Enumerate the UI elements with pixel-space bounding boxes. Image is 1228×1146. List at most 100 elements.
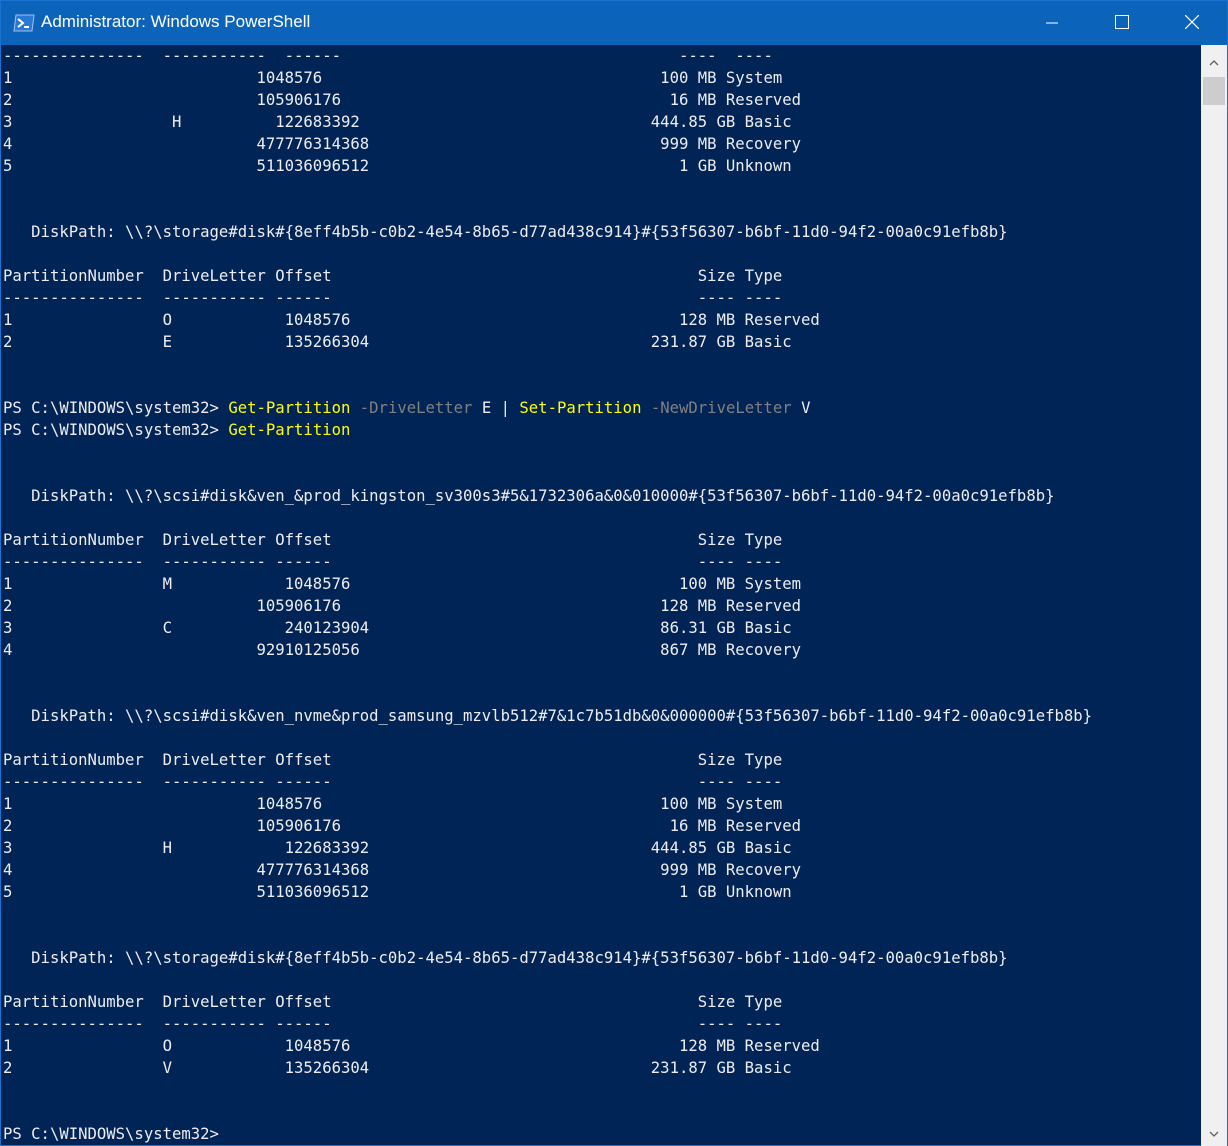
console-line: --------------- ----------- ------ ---- … bbox=[3, 551, 1092, 573]
console-line: 5 511036096512 1 GB Unknown bbox=[3, 155, 1092, 177]
console-line: 4 92910125056 867 MB Recovery bbox=[3, 639, 1092, 661]
console-text: 1 O 1048576 128 MB Reserved bbox=[3, 1037, 820, 1055]
cmdlet-token: Set-Partition bbox=[519, 399, 642, 417]
console-line: 2 E 135266304 231.87 GB Basic bbox=[3, 331, 1092, 353]
console-line: 4 477776314368 999 MB Recovery bbox=[3, 133, 1092, 155]
console-line: 2 V 135266304 231.87 GB Basic bbox=[3, 1057, 1092, 1079]
title-bar[interactable]: Administrator: Windows PowerShell bbox=[1, 1, 1227, 45]
console-text: 2 105906176 128 MB Reserved bbox=[3, 597, 801, 615]
scroll-down-arrow-icon bbox=[1209, 1122, 1219, 1141]
console-text: 2 105906176 16 MB Reserved bbox=[3, 91, 801, 109]
cmdlet-token: Get-Partition bbox=[228, 399, 351, 417]
console-line: PartitionNumber DriveLetter Offset Size … bbox=[3, 749, 1092, 771]
console-text: --------------- ----------- ------ ---- … bbox=[3, 553, 783, 571]
scroll-up-button[interactable] bbox=[1201, 45, 1227, 75]
maximize-icon bbox=[1115, 14, 1129, 33]
console-text: PartitionNumber DriveLetter Offset Size … bbox=[3, 751, 783, 769]
console-line: 1 1048576 100 MB System bbox=[3, 67, 1092, 89]
console-line: DiskPath: \\?\storage#disk#{8eff4b5b-c0b… bbox=[3, 947, 1092, 969]
console-text: PS C:\WINDOWS\system32> bbox=[3, 1125, 229, 1143]
console-text: 3 H 122683392 444.85 GB Basic bbox=[3, 839, 792, 857]
scroll-up-arrow-icon bbox=[1209, 51, 1219, 70]
console-line: DiskPath: \\?\storage#disk#{8eff4b5b-c0b… bbox=[3, 221, 1092, 243]
console-output[interactable]: --------------- ----------- ------ ---- … bbox=[1, 45, 1201, 1146]
console-text: 2 E 135266304 231.87 GB Basic bbox=[3, 333, 792, 351]
console-text: DiskPath: \\?\storage#disk#{8eff4b5b-c0b… bbox=[3, 223, 1008, 241]
vertical-scrollbar[interactable] bbox=[1201, 45, 1227, 1146]
console-line: --------------- ----------- ------ ---- … bbox=[3, 771, 1092, 793]
console-line: --------------- ----------- ------ ---- … bbox=[3, 287, 1092, 309]
console-line: 1 O 1048576 128 MB Reserved bbox=[3, 309, 1092, 331]
console-text: --------------- ----------- ------ ---- … bbox=[3, 1015, 783, 1033]
console-text: 5 511036096512 1 GB Unknown bbox=[3, 883, 792, 901]
console-text: 2 V 135266304 231.87 GB Basic bbox=[3, 1059, 792, 1077]
console-text: E | bbox=[472, 399, 520, 417]
console-text: 4 477776314368 999 MB Recovery bbox=[3, 861, 801, 879]
parameter-token: -NewDriveLetter bbox=[641, 399, 792, 417]
parameter-token: -DriveLetter bbox=[350, 399, 473, 417]
console-text: PartitionNumber DriveLetter Offset Size … bbox=[3, 267, 783, 285]
console-text: --------------- ----------- ------ ---- … bbox=[3, 289, 783, 307]
console-text: 3 H 122683392 444.85 GB Basic bbox=[3, 113, 792, 131]
powershell-icon bbox=[13, 13, 35, 33]
console-text: 5 511036096512 1 GB Unknown bbox=[3, 157, 792, 175]
console-text: 1 1048576 100 MB System bbox=[3, 795, 783, 813]
console-text: --------------- ----------- ------ ---- … bbox=[3, 773, 783, 791]
console-line: --------------- ----------- ------ ---- … bbox=[3, 1013, 1092, 1035]
console-text: 4 92910125056 867 MB Recovery bbox=[3, 641, 801, 659]
scroll-down-button[interactable] bbox=[1201, 1116, 1227, 1146]
console-line: DiskPath: \\?\scsi#disk&ven_&prod_kingst… bbox=[3, 485, 1092, 507]
console-text: DiskPath: \\?\scsi#disk&ven_nvme&prod_sa… bbox=[3, 707, 1093, 725]
console-line: PartitionNumber DriveLetter Offset Size … bbox=[3, 991, 1092, 1013]
console-text: 2 105906176 16 MB Reserved bbox=[3, 817, 801, 835]
console-text: --------------- ----------- ------ ---- … bbox=[3, 47, 773, 65]
maximize-button[interactable] bbox=[1087, 1, 1157, 45]
powershell-window: Administrator: Windows PowerShell ------… bbox=[0, 0, 1228, 1146]
console-line: 3 C 240123904 86.31 GB Basic bbox=[3, 617, 1092, 639]
console-line: PS C:\WINDOWS\system32> Get-Partition bbox=[3, 419, 1092, 441]
console-line: 2 105906176 16 MB Reserved bbox=[3, 89, 1092, 111]
console-line: 5 511036096512 1 GB Unknown bbox=[3, 881, 1092, 903]
console-line: 1 1048576 100 MB System bbox=[3, 793, 1092, 815]
minimize-button[interactable] bbox=[1017, 1, 1087, 45]
scroll-thumb[interactable] bbox=[1203, 77, 1225, 105]
console-line: 1 M 1048576 100 MB System bbox=[3, 573, 1092, 595]
console-text: 4 477776314368 999 MB Recovery bbox=[3, 135, 801, 153]
console-line: 1 O 1048576 128 MB Reserved bbox=[3, 1035, 1092, 1057]
close-button[interactable] bbox=[1157, 1, 1227, 45]
console-text: PS C:\WINDOWS\system32> bbox=[3, 399, 229, 417]
console-text: 1 1048576 100 MB System bbox=[3, 69, 783, 87]
close-icon bbox=[1184, 14, 1200, 33]
console-text: DiskPath: \\?\storage#disk#{8eff4b5b-c0b… bbox=[3, 949, 1008, 967]
console-line: PS C:\WINDOWS\system32> Get-Partition -D… bbox=[3, 397, 1092, 419]
console-text: DiskPath: \\?\scsi#disk&ven_&prod_kingst… bbox=[3, 487, 1055, 505]
console-text: PartitionNumber DriveLetter Offset Size … bbox=[3, 531, 783, 549]
console-text: V bbox=[791, 399, 811, 417]
console-text: 1 O 1048576 128 MB Reserved bbox=[3, 311, 820, 329]
console-text: PartitionNumber DriveLetter Offset Size … bbox=[3, 993, 783, 1011]
console-line: 4 477776314368 999 MB Recovery bbox=[3, 859, 1092, 881]
console-line: PS C:\WINDOWS\system32> bbox=[3, 1123, 1092, 1145]
console-line: --------------- ----------- ------ ---- … bbox=[3, 45, 1092, 67]
minimize-icon bbox=[1046, 14, 1058, 33]
console-text: 3 C 240123904 86.31 GB Basic bbox=[3, 619, 792, 637]
window-title: Administrator: Windows PowerShell bbox=[41, 12, 311, 31]
console-lines: --------------- ----------- ------ ---- … bbox=[3, 45, 1092, 1145]
console-line: PartitionNumber DriveLetter Offset Size … bbox=[3, 529, 1092, 551]
cmdlet-token: Get-Partition bbox=[228, 421, 351, 439]
